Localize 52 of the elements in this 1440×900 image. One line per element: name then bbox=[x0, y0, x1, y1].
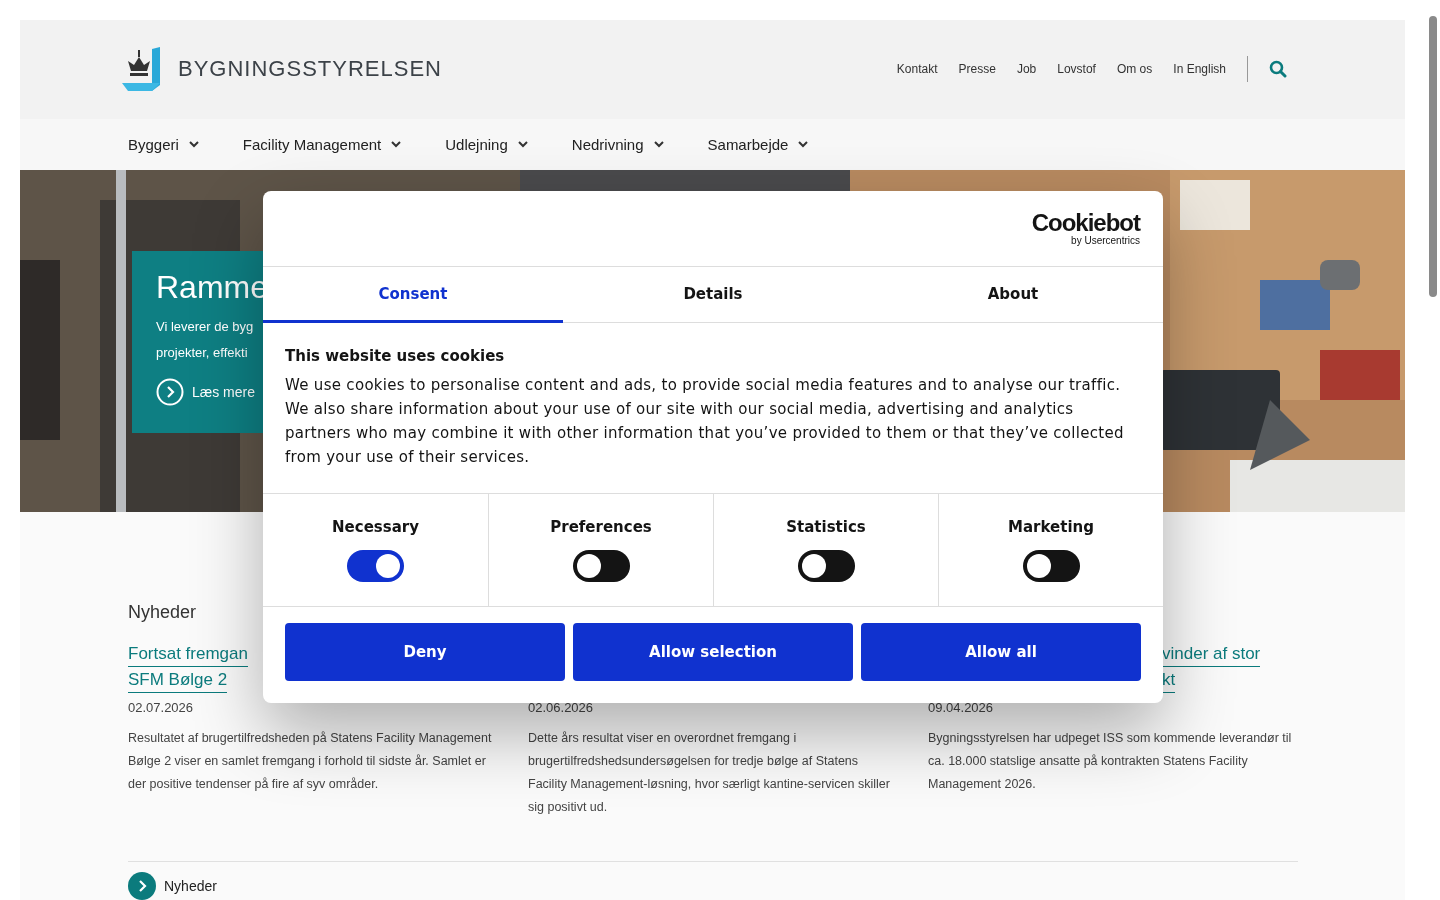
news-date: 02.06.2026 bbox=[528, 700, 595, 715]
news-date: 02.07.2026 bbox=[128, 700, 195, 715]
brand-logo: Cookiebot bbox=[1031, 211, 1140, 235]
utility-link[interactable]: Job bbox=[1016, 62, 1037, 77]
hero-text: projekter, effekti bbox=[156, 344, 248, 363]
news-summary: Bygningsstyrelsen har udpeget ISS som kommende leverandør til ca. 18.000 statslige ansatte på kontrakten Statens Facility Management 2026. bbox=[928, 730, 1293, 793]
brand-tagline: by Usercentrics bbox=[1071, 235, 1140, 246]
category-label: Marketing bbox=[1008, 518, 1094, 536]
utility-link[interactable]: Presse bbox=[958, 62, 996, 77]
consent-button[interactable]: Allow selection bbox=[573, 623, 853, 681]
utility-link[interactable]: Lovstof bbox=[1057, 62, 1096, 77]
news-date: 09.04.2026 bbox=[928, 700, 995, 715]
chevron-circle-icon[interactable] bbox=[156, 378, 184, 407]
nav-menu-item[interactable]: Byggeri bbox=[128, 136, 201, 153]
nav-menu-item[interactable]: Nedrivning bbox=[571, 136, 666, 153]
search-icon[interactable] bbox=[1269, 60, 1287, 79]
news-link[interactable]: Nyheder bbox=[164, 878, 217, 894]
category-label: Preferences bbox=[550, 518, 652, 536]
chevron-down-icon bbox=[798, 141, 809, 148]
nav-menu-item[interactable]: Samarbejde bbox=[707, 136, 811, 153]
dialog-tab[interactable]: Consent bbox=[263, 267, 563, 323]
news-summary: Dette års resultat viser en overordnet fremgang i brugertilfredshedsundersøgelsen for tredje bølge af Statens Facility Management-løsning, hvor særligt kantine-servicen skiller sig positivt ud. bbox=[528, 730, 891, 816]
dialog-text: We use cookies to personalise content and ads, to provide social media features and to analyse our traffic. We also share information about your use of our site with our social media, advertising and analytics partners who may combine it with other information that you’ve provided to them or that they’ve collected from your use of their services. bbox=[285, 375, 1125, 468]
consent-button[interactable]: Allow all bbox=[861, 623, 1141, 681]
nav-menu-item[interactable]: Facility Management bbox=[242, 136, 404, 153]
logo-text[interactable]: BYGNINGSSTYRELSEN bbox=[178, 56, 442, 83]
consent-button[interactable]: Deny bbox=[285, 623, 565, 681]
chevron-down-icon bbox=[391, 141, 402, 148]
toggle-switch[interactable] bbox=[1022, 550, 1080, 582]
toggle-switch[interactable] bbox=[797, 550, 855, 582]
dialog-tab[interactable]: Details bbox=[563, 267, 863, 323]
chevron-down-icon bbox=[653, 141, 664, 148]
section-heading: Nyheder bbox=[128, 602, 198, 623]
dialog-heading: This website uses cookies bbox=[285, 347, 506, 365]
read-more-link[interactable]: Læs mere bbox=[192, 384, 256, 401]
dialog-tab[interactable]: About bbox=[863, 267, 1163, 323]
news-title-link[interactable]: SFM Bølge 2 bbox=[128, 667, 228, 693]
hero-text: Vi leverer de byg bbox=[156, 318, 254, 337]
utility-link[interactable]: Kontakt bbox=[896, 62, 938, 77]
news-summary: Resultatet af brugertilfredsheden på Statens Facility Management Bølge 2 viser en samlet fremgang i forhold til sidste år. Samlet er der positive tendenser på fire af syv områder. bbox=[128, 730, 493, 793]
category-label: Necessary bbox=[332, 518, 419, 536]
chevron-circle-icon[interactable] bbox=[128, 872, 156, 900]
category-label: Statistics bbox=[786, 518, 866, 536]
utility-link[interactable]: In English bbox=[1173, 62, 1226, 77]
nav-menu-item[interactable]: Udlejning bbox=[445, 136, 530, 153]
chevron-down-icon bbox=[517, 141, 528, 148]
toggle-switch[interactable] bbox=[572, 550, 630, 582]
news-title-link[interactable]: Fortsat fremgan bbox=[128, 641, 248, 667]
scrollbar-thumb[interactable] bbox=[1429, 16, 1437, 297]
chevron-down-icon bbox=[188, 141, 199, 148]
utility-link[interactable]: Om os bbox=[1116, 62, 1153, 77]
toggle-switch[interactable] bbox=[347, 550, 404, 582]
